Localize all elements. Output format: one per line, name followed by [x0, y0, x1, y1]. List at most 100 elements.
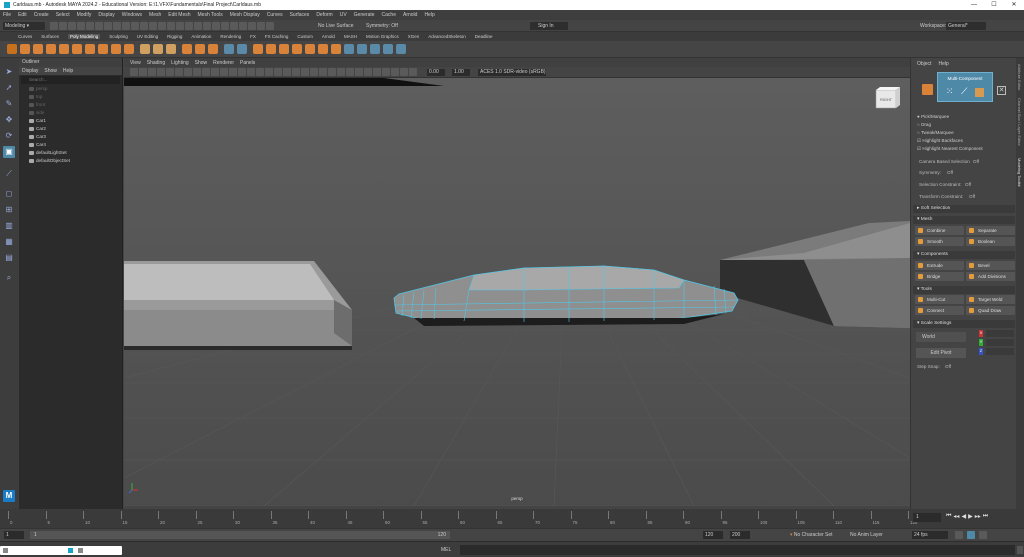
gamma-field[interactable]: 1.00	[452, 69, 470, 76]
z-axis-button[interactable]: Z	[979, 348, 983, 355]
step-snap-value[interactable]: Off	[945, 364, 951, 369]
search-icon[interactable]: ⌕	[3, 272, 15, 284]
outliner-search[interactable]	[21, 76, 120, 84]
connect-button[interactable]: Connect	[915, 306, 964, 315]
boolean-button[interactable]: Boolean	[966, 237, 1015, 246]
step-forward-icon[interactable]: ▸▸	[975, 513, 981, 520]
shelf-tab-motion-graphics[interactable]: Motion Graphics	[366, 34, 399, 39]
menu-deform[interactable]: Deform	[316, 12, 332, 18]
y-scale-field[interactable]	[986, 339, 1014, 346]
menu-mesh-tools[interactable]: Mesh Tools	[198, 12, 223, 18]
edge-mode-icon[interactable]: ⟋	[961, 86, 967, 97]
sweep-mesh-icon[interactable]	[140, 44, 150, 54]
mesh-header[interactable]: ▾ Mesh	[913, 216, 1015, 224]
face-mode-icon[interactable]	[975, 88, 985, 97]
shelf-tab-uv-editing[interactable]: UV Editing	[137, 34, 158, 39]
autokey-icon[interactable]	[967, 531, 975, 539]
shelf-tab-rigging[interactable]: Rigging	[167, 34, 182, 39]
maya-home-icon[interactable]: M	[3, 490, 15, 502]
bridge-icon[interactable]	[266, 44, 276, 54]
symmetry-value[interactable]: Off	[947, 170, 953, 175]
perspective-viewport[interactable]: RIGHT persp	[124, 78, 910, 506]
quad-draw-button[interactable]: Quad Draw	[966, 306, 1015, 315]
step-back-icon[interactable]: ◂◂	[953, 513, 959, 520]
window-icon[interactable]	[3, 548, 8, 553]
play-forward-icon[interactable]: ▶	[968, 513, 973, 520]
shelf-tab-deadline[interactable]: Deadline	[475, 34, 493, 39]
outliner-menu-help[interactable]: Help	[63, 67, 73, 75]
move-tool-icon[interactable]: ✥	[3, 114, 15, 126]
anim-layer[interactable]: No Anim Layer	[850, 531, 883, 539]
mode-dropdown[interactable]: Modeling ▾	[3, 22, 45, 30]
menu-display[interactable]: Display	[98, 12, 114, 18]
rotate-tool-icon[interactable]: ⟳	[3, 130, 15, 142]
tab-modeling-toolkit[interactable]: Modeling Toolkit	[1017, 158, 1022, 187]
time-slider[interactable]: 0 5 10 15 20 25 30 35 40 45 50 55 60 65 70 75 80 85 90 95 10…	[0, 509, 1024, 528]
vertex-mode-icon[interactable]: ⁙	[946, 86, 954, 97]
current-frame-field[interactable]: 1	[913, 513, 941, 522]
shelf-tab-sculpting[interactable]: Sculpting	[109, 34, 128, 39]
shelf-tab-animation[interactable]: Animation	[191, 34, 211, 39]
viewport-menu-view[interactable]: View	[130, 60, 141, 66]
menu-uv[interactable]: UV	[340, 12, 347, 18]
shelf-tab-rendering[interactable]: Rendering	[220, 34, 241, 39]
x-axis-button[interactable]: X	[979, 330, 983, 337]
loop-icon[interactable]	[955, 531, 963, 539]
outliner-item[interactable]: Car3	[19, 133, 122, 141]
menu-modify[interactable]: Modify	[77, 12, 92, 18]
shelf-tab-curves[interactable]: Curves	[18, 34, 32, 39]
outliner-item[interactable]: side	[19, 109, 122, 117]
uv-unfold-icon[interactable]	[396, 44, 406, 54]
bevel-icon[interactable]	[279, 44, 289, 54]
mel-label[interactable]: MEL	[441, 546, 451, 554]
smooth-icon[interactable]	[237, 44, 247, 54]
viewport-menu-panels[interactable]: Panels	[240, 60, 255, 66]
range-bar[interactable]: 1 120	[30, 531, 450, 539]
uv-editor-icon[interactable]	[344, 44, 354, 54]
outliner-item[interactable]: Car2	[19, 125, 122, 133]
multi-cut-button[interactable]: Multi-Cut	[915, 295, 964, 304]
extrude-button[interactable]: Extrude	[915, 261, 964, 270]
menu-create[interactable]: Create	[34, 12, 49, 18]
bridge-button[interactable]: Bridge	[915, 272, 964, 281]
anim-end-field[interactable]: 200	[730, 531, 750, 539]
platonic-icon[interactable]	[111, 44, 121, 54]
colorspace-dropdown[interactable]: ACES 1.0 SDR-video (sRGB)	[478, 69, 546, 76]
menu-arnold[interactable]: Arnold	[403, 12, 417, 18]
menu-edit-mesh[interactable]: Edit Mesh	[168, 12, 190, 18]
script-editor-icon[interactable]	[1017, 546, 1023, 554]
connect-icon[interactable]	[318, 44, 328, 54]
menu-select[interactable]: Select	[56, 12, 70, 18]
shelf-tab-arnold[interactable]: Arnold	[322, 34, 335, 39]
target-weld-icon[interactable]	[305, 44, 315, 54]
shelf-settings-icon[interactable]	[7, 44, 17, 54]
go-end-icon[interactable]: ⏭	[983, 513, 988, 520]
menu-file[interactable]: File	[3, 12, 11, 18]
poly-disc-icon[interactable]	[98, 44, 108, 54]
auto-uv-icon[interactable]	[370, 44, 380, 54]
mirror-icon[interactable]	[224, 44, 234, 54]
side-by-side-layout-icon[interactable]: ▥	[3, 220, 15, 232]
shelf-tab-mash[interactable]: MASH	[344, 34, 357, 39]
outliner-item[interactable]: persp	[19, 85, 122, 93]
four-view-layout-icon[interactable]: ⊞	[3, 204, 15, 216]
outliner-item[interactable]: defaultLightSet	[19, 149, 122, 157]
menu-windows[interactable]: Windows	[122, 12, 142, 18]
menu-mesh[interactable]: Mesh	[149, 12, 161, 18]
outliner-item[interactable]: Car4	[19, 141, 122, 149]
combine-button[interactable]: Combine	[915, 226, 964, 235]
outliner-search-input[interactable]	[29, 77, 109, 82]
target-weld-button[interactable]: Target Weld	[966, 295, 1015, 304]
edit-pivot-button[interactable]: Edit Pivot	[916, 348, 966, 358]
menu-curves[interactable]: Curves	[267, 12, 283, 18]
viewport-menu-show[interactable]: Show	[195, 60, 208, 66]
outliner-item[interactable]: top	[19, 93, 122, 101]
close-icon[interactable]: ✕	[1004, 0, 1024, 10]
option-pick-marquee[interactable]: ● Pick/Marquee	[917, 113, 983, 121]
menu-surfaces[interactable]: Surfaces	[290, 12, 310, 18]
sign-in-button[interactable]: Sign In	[530, 22, 568, 30]
paint-select-icon[interactable]: ✎	[3, 98, 15, 110]
no-live-surface[interactable]: No Live Surface	[318, 22, 354, 30]
go-start-icon[interactable]: ⏮	[946, 513, 951, 520]
range-end-field[interactable]: 120	[703, 531, 723, 539]
